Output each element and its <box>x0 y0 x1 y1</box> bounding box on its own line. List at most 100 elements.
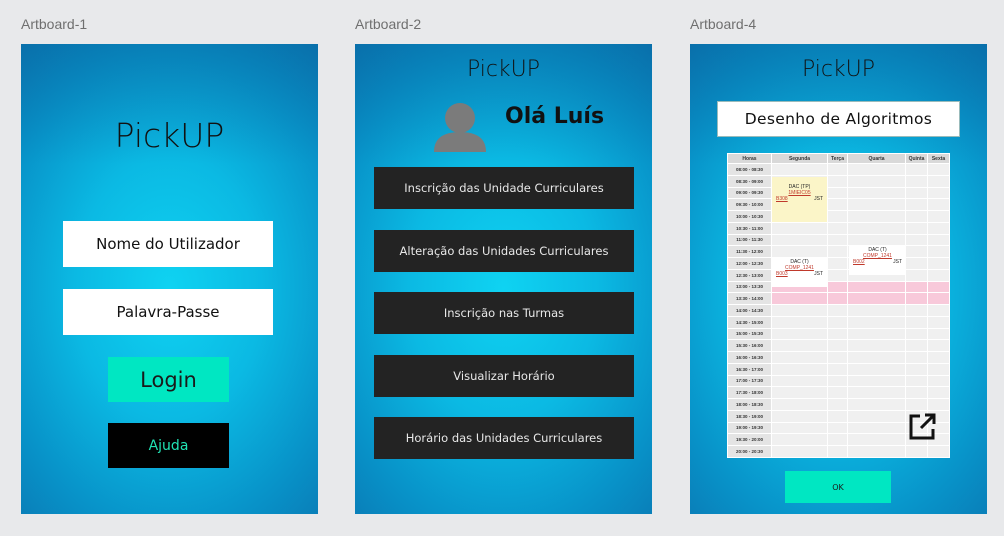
schedule-slot-cell[interactable] <box>827 327 848 341</box>
schedule-slot-cell[interactable] <box>927 327 950 341</box>
schedule-slot-cell[interactable] <box>771 339 828 352</box>
schedule-slot-cell[interactable] <box>905 186 928 200</box>
schedule-slot-cell[interactable] <box>905 163 928 176</box>
schedule-slot-cell[interactable] <box>827 433 848 446</box>
schedule-slot-cell[interactable] <box>827 292 848 305</box>
schedule-slot-cell[interactable] <box>827 339 848 352</box>
menu-enroll-courses-button[interactable]: Inscrição das Unidade Curriculares <box>374 167 634 209</box>
schedule-slot-cell[interactable] <box>905 198 928 211</box>
schedule-slot-cell[interactable] <box>905 210 928 223</box>
schedule-slot-cell[interactable] <box>847 221 906 235</box>
schedule-slot-cell[interactable] <box>827 421 848 435</box>
schedule-slot-cell[interactable] <box>905 374 928 388</box>
menu-enroll-classes-button[interactable]: Inscrição nas Turmas <box>374 292 634 334</box>
schedule-slot-cell[interactable] <box>927 257 950 270</box>
schedule-slot-cell[interactable] <box>771 245 828 258</box>
schedule-slot-cell[interactable] <box>771 221 828 235</box>
schedule-slot-cell[interactable] <box>771 398 828 411</box>
schedule-slot-cell[interactable] <box>827 304 848 317</box>
schedule-slot-cell[interactable] <box>771 386 828 399</box>
schedule-slot-cell[interactable] <box>927 362 950 376</box>
schedule-slot-cell[interactable] <box>927 339 950 352</box>
password-field[interactable]: Palavra-Passe <box>63 289 273 335</box>
schedule-slot-cell[interactable] <box>847 210 906 223</box>
schedule-slot-cell[interactable] <box>927 292 950 305</box>
schedule-slot-cell[interactable] <box>905 221 928 235</box>
schedule-slot-cell[interactable] <box>827 210 848 223</box>
schedule-slot-cell[interactable] <box>927 374 950 388</box>
schedule-slot-cell[interactable] <box>771 362 828 376</box>
schedule-slot-cell[interactable] <box>927 315 950 329</box>
schedule-slot-cell[interactable] <box>905 280 928 294</box>
schedule-slot-cell[interactable] <box>905 327 928 341</box>
menu-course-schedule-button[interactable]: Horário das Unidades Curriculares <box>374 417 634 459</box>
help-button[interactable]: Ajuda <box>108 423 229 468</box>
schedule-slot-cell[interactable] <box>827 445 848 458</box>
schedule-slot-cell[interactable] <box>771 315 828 329</box>
schedule-slot-cell[interactable] <box>927 268 950 282</box>
schedule-slot-cell[interactable] <box>771 421 828 435</box>
schedule-slot-cell[interactable] <box>827 362 848 376</box>
schedule-slot-cell[interactable] <box>927 280 950 294</box>
schedule-slot-cell[interactable] <box>927 186 950 200</box>
schedule-slot-cell[interactable] <box>905 386 928 399</box>
schedule-slot-cell[interactable] <box>847 409 906 423</box>
schedule-slot-cell[interactable] <box>827 374 848 388</box>
schedule-slot-cell[interactable] <box>827 398 848 411</box>
schedule-slot-cell[interactable] <box>847 433 906 446</box>
schedule-slot-cell[interactable] <box>905 268 928 282</box>
schedule-slot-cell[interactable] <box>927 351 950 364</box>
schedule-slot-cell[interactable] <box>847 292 906 305</box>
schedule-slot-cell[interactable] <box>847 386 906 399</box>
schedule-slot-cell[interactable] <box>927 304 950 317</box>
schedule-slot-cell[interactable] <box>771 163 828 176</box>
schedule-slot-cell[interactable] <box>847 315 906 329</box>
schedule-slot-cell[interactable] <box>847 362 906 376</box>
schedule-slot-cell[interactable] <box>927 198 950 211</box>
schedule-event[interactable]: DAC (T) COMP_1241 B002 JST <box>849 245 906 275</box>
menu-change-courses-button[interactable]: Alteração das Unidades Curriculares <box>374 230 634 272</box>
schedule-slot-cell[interactable] <box>847 186 906 200</box>
schedule-slot-cell[interactable] <box>847 398 906 411</box>
schedule-slot-cell[interactable] <box>847 445 906 458</box>
schedule-slot-cell[interactable] <box>927 398 950 411</box>
schedule-slot-cell[interactable] <box>847 339 906 352</box>
schedule-slot-cell[interactable] <box>847 163 906 176</box>
schedule-slot-cell[interactable] <box>905 362 928 376</box>
schedule-slot-cell[interactable] <box>827 257 848 270</box>
schedule-slot-cell[interactable] <box>905 257 928 270</box>
schedule-slot-cell[interactable] <box>771 351 828 364</box>
schedule-slot-cell[interactable] <box>827 386 848 399</box>
schedule-slot-cell[interactable] <box>827 163 848 176</box>
schedule-slot-cell[interactable] <box>827 268 848 282</box>
schedule-slot-cell[interactable] <box>827 409 848 423</box>
schedule-slot-cell[interactable] <box>771 445 828 458</box>
schedule-slot-cell[interactable] <box>847 374 906 388</box>
schedule-slot-cell[interactable] <box>771 233 828 247</box>
schedule-slot-cell[interactable] <box>827 186 848 200</box>
schedule-slot-cell[interactable] <box>847 351 906 364</box>
schedule-slot-cell[interactable] <box>905 339 928 352</box>
schedule-slot-cell[interactable] <box>827 280 848 294</box>
schedule-slot-cell[interactable] <box>827 245 848 258</box>
schedule-slot-cell[interactable] <box>827 351 848 364</box>
schedule-slot-cell[interactable] <box>847 327 906 341</box>
schedule-slot-cell[interactable] <box>905 398 928 411</box>
schedule-slot-cell[interactable] <box>927 233 950 247</box>
schedule-slot-cell[interactable] <box>827 315 848 329</box>
schedule-slot-cell[interactable] <box>771 304 828 317</box>
schedule-event[interactable]: DAC (T) COMP_1241 B003 JST <box>772 257 827 287</box>
external-link-icon[interactable] <box>908 411 936 441</box>
schedule-slot-cell[interactable] <box>771 327 828 341</box>
schedule-slot-cell[interactable] <box>905 245 928 258</box>
schedule-slot-cell[interactable] <box>827 198 848 211</box>
schedule-slot-cell[interactable] <box>927 174 950 188</box>
schedule-slot-cell[interactable] <box>847 421 906 435</box>
schedule-slot-cell[interactable] <box>905 292 928 305</box>
schedule-slot-cell[interactable] <box>847 280 906 294</box>
schedule-event[interactable]: DAC (TP) 1MIEIC05 B308 JST <box>772 177 827 222</box>
schedule-slot-cell[interactable] <box>771 374 828 388</box>
schedule-slot-cell[interactable] <box>927 210 950 223</box>
schedule-slot-cell[interactable] <box>771 409 828 423</box>
schedule-slot-cell[interactable] <box>827 233 848 247</box>
